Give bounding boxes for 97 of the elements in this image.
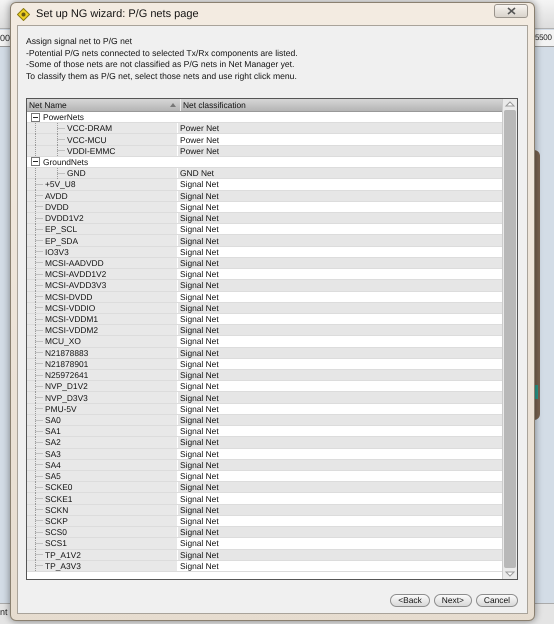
net-name[interactable]: SCKP: [45, 516, 68, 526]
tree-line: [35, 538, 44, 549]
table-cell: Signal Net: [178, 482, 502, 492]
table-cell: Signal Net: [178, 504, 502, 515]
instruction-text: To classify them as P/G net, select those nets and use right click menu.: [26, 70, 298, 82]
tree-line: [35, 549, 44, 560]
tree-line: [35, 314, 44, 325]
net-name[interactable]: SA3: [45, 448, 61, 459]
wizard-button[interactable]: Next>: [434, 594, 472, 607]
tree-group-label[interactable]: GroundNets: [43, 156, 88, 167]
status-text: nt: [0, 607, 8, 617]
wizard-button[interactable]: <Back: [390, 594, 430, 607]
instruction-text: Assign signal net to P/G net: [26, 36, 134, 48]
tree-line: [35, 291, 44, 302]
tree-line: [35, 426, 44, 437]
close-icon: [506, 7, 516, 15]
net-name[interactable]: SA4: [45, 460, 61, 470]
tree-line: [35, 324, 44, 336]
close-button[interactable]: [494, 4, 528, 18]
table-cell: Signal Net: [178, 224, 502, 234]
net-name[interactable]: SA5: [45, 471, 61, 482]
net-name[interactable]: IO3V3: [45, 246, 69, 257]
table-cell: GND Net: [178, 168, 502, 178]
table-cell: Signal Net: [178, 414, 502, 426]
tree-line: [35, 370, 44, 381]
table-cell: Signal Net: [178, 258, 502, 268]
instruction-text: -Some of those nets are not classified as P/G nets in Net Manager yet.: [26, 59, 296, 70]
table-cell: Signal Net: [178, 370, 502, 380]
tree-line: [35, 201, 44, 212]
tree-line: [35, 246, 44, 258]
tree-line: [35, 268, 44, 280]
tree-line: [35, 235, 44, 246]
wizard-button[interactable]: Cancel: [476, 594, 518, 607]
tree-line: [35, 515, 44, 526]
net-name[interactable]: AVDD: [45, 190, 68, 201]
tree-line: [35, 145, 66, 156]
net-name[interactable]: SA2: [45, 437, 61, 448]
window-title: Set up NG wizard: P/G nets page: [36, 8, 200, 20]
ruler-label: 00: [0, 33, 10, 43]
collapse-icon[interactable]: [31, 157, 40, 166]
tree-line: [35, 134, 66, 146]
scrollbar[interactable]: [502, 99, 517, 579]
table-cell: Signal Net: [178, 235, 502, 246]
diamond-icon: [17, 8, 30, 20]
net-name[interactable]: GND: [67, 168, 86, 178]
tree-line: [35, 560, 44, 572]
column-header[interactable]: Net classification: [181, 99, 502, 111]
tree-line: [35, 493, 44, 504]
collapse-icon[interactable]: [31, 112, 40, 122]
table-cell: Signal Net: [178, 381, 502, 392]
tree-line: [35, 504, 44, 516]
tree-line: [35, 392, 44, 404]
column-header[interactable]: Net Name: [27, 99, 181, 111]
table-cell: Signal Net: [178, 348, 502, 358]
table-cell: Signal Net: [178, 302, 502, 313]
tree-line: [35, 470, 44, 482]
tree-line: [35, 280, 44, 291]
tree-line: [35, 336, 44, 347]
instruction-text: -Potential P/G nets connected to selected Tx/Rx components are listed.: [26, 48, 299, 59]
net-name[interactable]: SCKE0: [45, 482, 72, 492]
table-cell: Signal Net: [178, 527, 502, 538]
table-cell: Signal Net: [178, 190, 502, 201]
tree-line: [35, 448, 44, 460]
ruler-label: 5500: [535, 33, 552, 42]
tree-line: [35, 526, 44, 538]
tree-group-label[interactable]: PowerNets: [43, 112, 84, 122]
tree-line: [35, 358, 44, 370]
table-cell: Signal Net: [178, 325, 502, 336]
table-cell: Signal Net: [178, 392, 502, 403]
tree-line: [35, 190, 44, 202]
table-cell: Signal Net: [178, 212, 502, 224]
tree-line: [35, 212, 44, 224]
net-name[interactable]: DVDD: [45, 202, 69, 212]
table-cell: Power Net: [178, 123, 502, 134]
table-cell: Signal Net: [178, 460, 502, 470]
net-name[interactable]: SA1: [45, 426, 61, 436]
tree-line: [35, 257, 44, 268]
table-cell: Signal Net: [178, 280, 502, 290]
tree-line: [35, 459, 44, 470]
net-name[interactable]: SCKN: [45, 504, 68, 515]
net-name[interactable]: +5V_U8: [45, 179, 76, 190]
net-name[interactable]: SCKE1: [45, 494, 72, 504]
tree-line: [35, 224, 44, 235]
tree-line: [35, 122, 66, 134]
tree-line: [35, 403, 44, 414]
tree-line: [35, 347, 44, 358]
table-cell: Signal Net: [178, 550, 502, 560]
table-cell: Power Net: [178, 146, 502, 156]
tree-line: [35, 414, 44, 426]
net-name[interactable]: SCS0: [45, 527, 67, 538]
net-name[interactable]: SA0: [45, 415, 61, 426]
tree-line: [35, 436, 44, 448]
tree-line: [35, 482, 44, 493]
tree-line: [35, 380, 44, 392]
table-cell: Signal Net: [178, 437, 502, 448]
tree-line: [35, 302, 44, 314]
net-name[interactable]: SCS1: [45, 538, 67, 548]
